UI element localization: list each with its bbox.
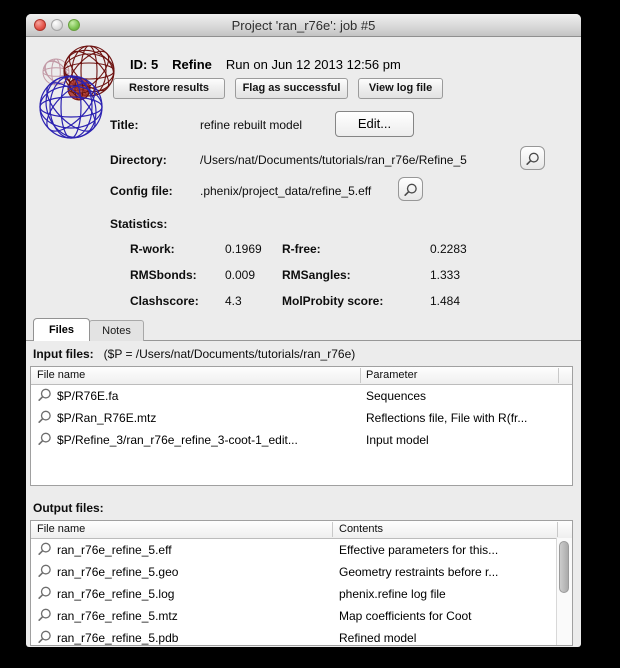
view-log-file-button[interactable]: View log file bbox=[358, 78, 443, 99]
title-value: refine rebuilt model bbox=[200, 118, 302, 132]
titlebar[interactable]: Project 'ran_r76e': job #5 bbox=[26, 14, 581, 37]
stat-value: 0.2283 bbox=[430, 242, 467, 256]
stat-value: 0.009 bbox=[225, 268, 255, 282]
column-header-contents[interactable]: Contents bbox=[339, 523, 383, 535]
output-files-table[interactable]: File name Contents ran_r76e_refine_5.eff… bbox=[30, 520, 573, 646]
column-header-parameter[interactable]: Parameter bbox=[366, 369, 417, 381]
table-row[interactable]: ran_r76e_refine_5.geo Geometry restraint… bbox=[31, 561, 572, 583]
vertical-scrollbar[interactable] bbox=[556, 538, 572, 645]
config-file-label: Config file: bbox=[110, 184, 173, 198]
input-files-table-header[interactable]: File name Parameter bbox=[31, 367, 572, 385]
window-title: Project 'ran_r76e': job #5 bbox=[26, 18, 581, 33]
flag-as-successful-button[interactable]: Flag as successful bbox=[235, 78, 348, 99]
search-icon[interactable] bbox=[37, 388, 52, 403]
stat-value: 1.484 bbox=[430, 294, 460, 308]
edit-title-button[interactable]: Edit... bbox=[335, 111, 414, 137]
statistics-label: Statistics: bbox=[110, 217, 167, 231]
output-files-table-header[interactable]: File name Contents bbox=[31, 521, 572, 539]
column-resize-handle[interactable] bbox=[332, 522, 333, 537]
directory-value: /Users/nat/Documents/tutorials/ran_r76e/… bbox=[200, 153, 467, 167]
stat-value: 1.333 bbox=[430, 268, 460, 282]
input-files-label: Input files: ($P = /Users/nat/Documents/t… bbox=[33, 347, 355, 361]
column-header-file-name[interactable]: File name bbox=[37, 523, 85, 535]
tab-files[interactable]: Files bbox=[33, 318, 90, 341]
job-program: Refine bbox=[172, 57, 212, 72]
contents-cell[interactable]: Map coefficients for Coot bbox=[339, 609, 472, 623]
table-row[interactable]: ran_r76e_refine_5.log phenix.refine log … bbox=[31, 583, 572, 605]
parameter-cell[interactable]: Reflections file, File with R(fr... bbox=[366, 411, 527, 425]
directory-label: Directory: bbox=[110, 153, 167, 167]
table-row[interactable]: ran_r76e_refine_5.eff Effective paramete… bbox=[31, 539, 572, 561]
search-icon[interactable] bbox=[37, 432, 52, 447]
search-icon[interactable] bbox=[37, 608, 52, 623]
view-config-button[interactable] bbox=[398, 177, 423, 201]
output-files-label: Output files: bbox=[33, 501, 104, 515]
file-name-cell[interactable]: $P/R76E.fa bbox=[57, 389, 118, 403]
stat-key: Clashscore: bbox=[130, 294, 199, 308]
table-row[interactable]: $P/R76E.fa Sequences bbox=[31, 385, 572, 407]
table-row[interactable]: $P/Ran_R76E.mtz Reflections file, File w… bbox=[31, 407, 572, 429]
table-row[interactable]: $P/Refine_3/ran_r76e_refine_3-coot-1_edi… bbox=[31, 429, 572, 451]
parameter-cell[interactable]: Sequences bbox=[366, 389, 426, 403]
stat-key: R-free: bbox=[282, 242, 321, 256]
search-icon[interactable] bbox=[37, 542, 52, 557]
parameter-cell[interactable]: Input model bbox=[366, 433, 429, 447]
input-files-title: Input files: bbox=[33, 347, 94, 361]
search-icon bbox=[399, 183, 422, 198]
file-name-cell[interactable]: ran_r76e_refine_5.geo bbox=[57, 565, 178, 579]
stat-key: RMSbonds: bbox=[130, 268, 197, 282]
file-name-cell[interactable]: ran_r76e_refine_5.pdb bbox=[57, 631, 178, 645]
stat-key: MolProbity score: bbox=[282, 294, 383, 308]
project-job-window: Project 'ran_r76e': job #5 bbox=[26, 14, 581, 647]
contents-cell[interactable]: Refined model bbox=[339, 631, 416, 645]
contents-cell[interactable]: phenix.refine log file bbox=[339, 587, 446, 601]
file-name-cell[interactable]: ran_r76e_refine_5.mtz bbox=[57, 609, 178, 623]
column-header-file-name[interactable]: File name bbox=[37, 369, 85, 381]
restore-results-button[interactable]: Restore results bbox=[113, 78, 225, 99]
column-resize-handle[interactable] bbox=[558, 368, 559, 383]
file-name-cell[interactable]: $P/Ran_R76E.mtz bbox=[57, 411, 156, 425]
tab-notes[interactable]: Notes bbox=[89, 320, 144, 341]
title-label: Title: bbox=[110, 118, 138, 132]
job-header: ID: 5 Refine Run on Jun 12 2013 12:56 pm bbox=[130, 57, 401, 72]
search-icon[interactable] bbox=[37, 564, 52, 579]
search-icon[interactable] bbox=[37, 586, 52, 601]
input-files-hint: ($P = /Users/nat/Documents/tutorials/ran… bbox=[104, 347, 356, 361]
scrollbar-thumb[interactable] bbox=[559, 541, 569, 593]
contents-cell[interactable]: Effective parameters for this... bbox=[339, 543, 498, 557]
search-icon[interactable] bbox=[37, 630, 52, 645]
job-run-info: Run on Jun 12 2013 12:56 pm bbox=[226, 57, 401, 72]
contents-cell[interactable]: Geometry restraints before r... bbox=[339, 565, 498, 579]
search-icon bbox=[521, 152, 544, 167]
stat-value: 4.3 bbox=[225, 294, 242, 308]
input-files-table[interactable]: File name Parameter $P/R76E.fa Sequences… bbox=[30, 366, 573, 486]
file-name-cell[interactable]: ran_r76e_refine_5.eff bbox=[57, 543, 172, 557]
config-file-value: .phenix/project_data/refine_5.eff bbox=[200, 184, 371, 198]
column-resize-handle[interactable] bbox=[360, 368, 361, 383]
file-name-cell[interactable]: ran_r76e_refine_5.log bbox=[57, 587, 174, 601]
molecule-icon bbox=[40, 44, 122, 148]
table-row[interactable]: ran_r76e_refine_5.pdb Refined model bbox=[31, 627, 572, 646]
stat-key: R-work: bbox=[130, 242, 175, 256]
browse-directory-button[interactable] bbox=[520, 146, 545, 170]
search-icon[interactable] bbox=[37, 410, 52, 425]
stat-key: RMSangles: bbox=[282, 268, 351, 282]
table-row[interactable]: ran_r76e_refine_5.mtz Map coefficients f… bbox=[31, 605, 572, 627]
file-name-cell[interactable]: $P/Refine_3/ran_r76e_refine_3-coot-1_edi… bbox=[57, 433, 298, 447]
job-id: ID: 5 bbox=[130, 57, 158, 72]
column-resize-handle[interactable] bbox=[557, 522, 558, 537]
stat-value: 0.1969 bbox=[225, 242, 262, 256]
